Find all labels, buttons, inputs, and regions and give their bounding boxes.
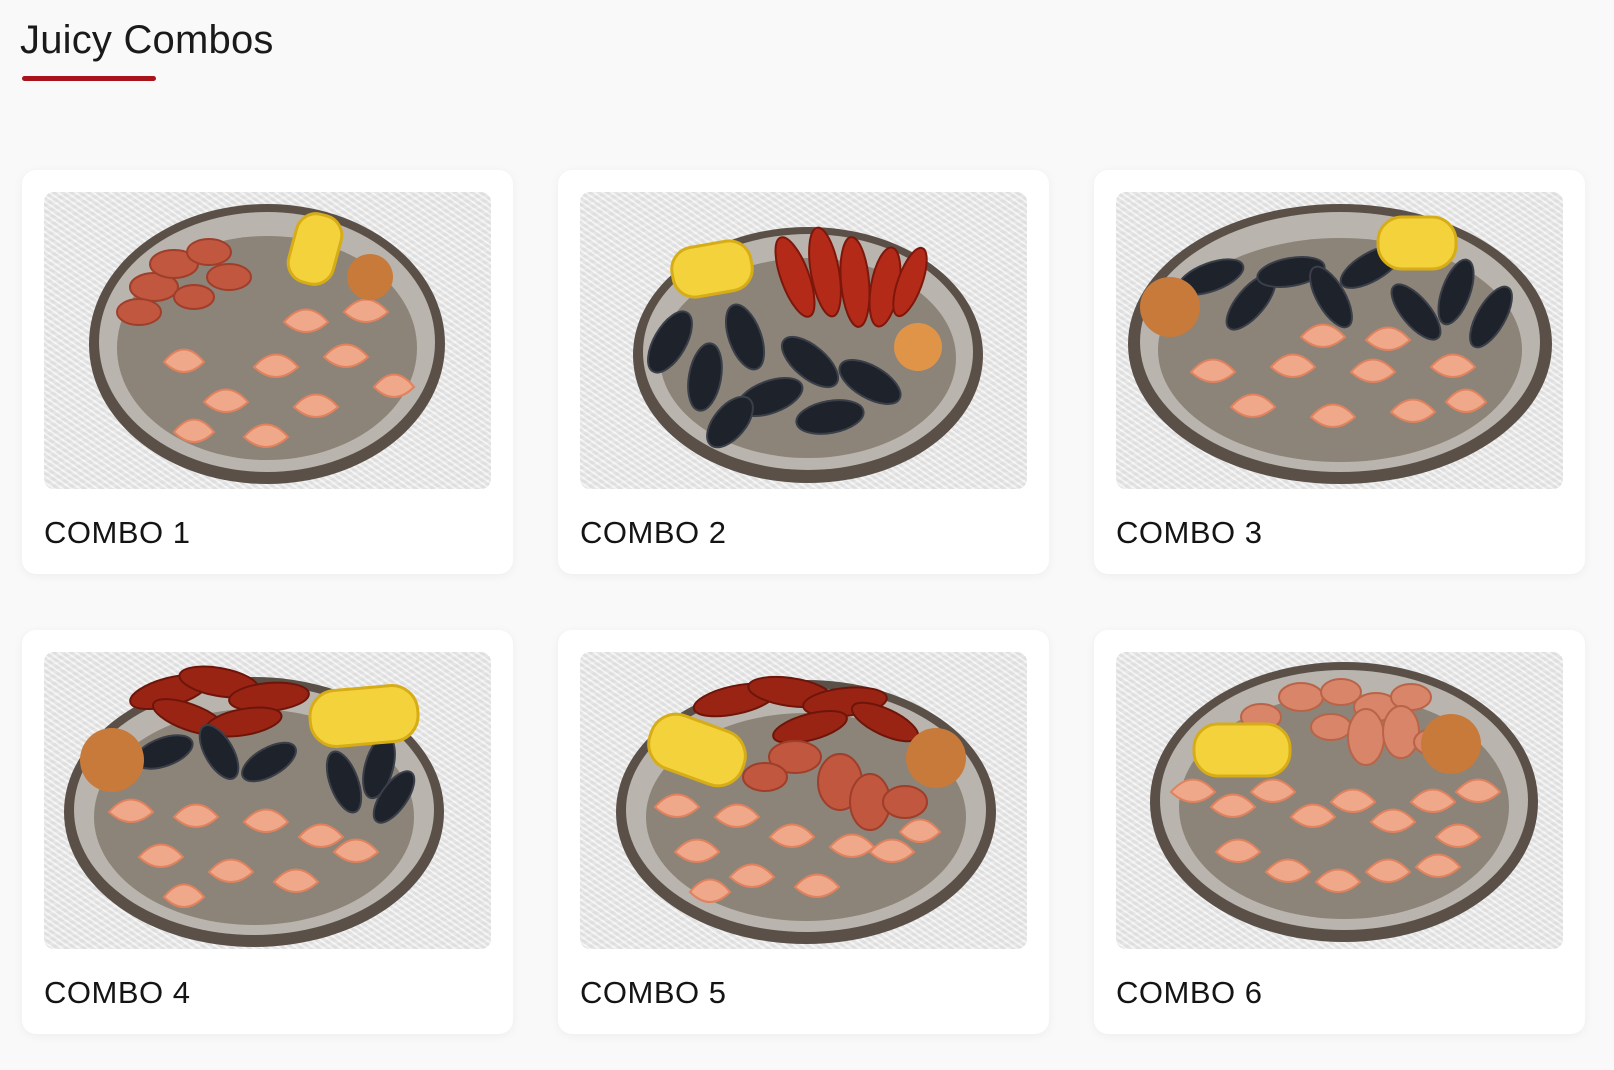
title-underline (22, 76, 156, 81)
combo-card-4[interactable]: COMBO 4 (22, 630, 513, 1034)
combo-label: COMBO 1 (44, 515, 191, 550)
seafood-plate-image (1128, 204, 1552, 484)
combo-label: COMBO 6 (1116, 975, 1263, 1010)
combo-3-photo (1116, 192, 1563, 489)
combo-2-photo (580, 192, 1027, 489)
seafood-plate-image (64, 665, 444, 947)
combo-grid: COMBO 1 COMBO 2 COMBO 3 COMBO 4 COMBO 5 … (22, 170, 1585, 1034)
combo-card-5[interactable]: COMBO 5 (558, 630, 1049, 1034)
combo-1-photo (44, 192, 491, 489)
seafood-plate-image (1150, 662, 1538, 942)
combo-6-photo (1116, 652, 1563, 949)
combos-section: Juicy Combos COMBO 1 COMBO 2 COMBO 3 COM… (0, 0, 1614, 1070)
seafood-plate-image (89, 204, 445, 484)
seafood-plate-image (616, 675, 996, 944)
combo-5-photo (580, 652, 1027, 949)
combo-label: COMBO 4 (44, 975, 191, 1010)
combo-label: COMBO 2 (580, 515, 727, 550)
combo-4-photo (44, 652, 491, 949)
combo-label: COMBO 5 (580, 975, 727, 1010)
section-title: Juicy Combos (20, 18, 274, 62)
combo-card-1[interactable]: COMBO 1 (22, 170, 513, 574)
seafood-plate-image (633, 226, 983, 483)
combo-card-6[interactable]: COMBO 6 (1094, 630, 1585, 1034)
combo-card-2[interactable]: COMBO 2 (558, 170, 1049, 574)
combo-label: COMBO 3 (1116, 515, 1263, 550)
combo-card-3[interactable]: COMBO 3 (1094, 170, 1585, 574)
